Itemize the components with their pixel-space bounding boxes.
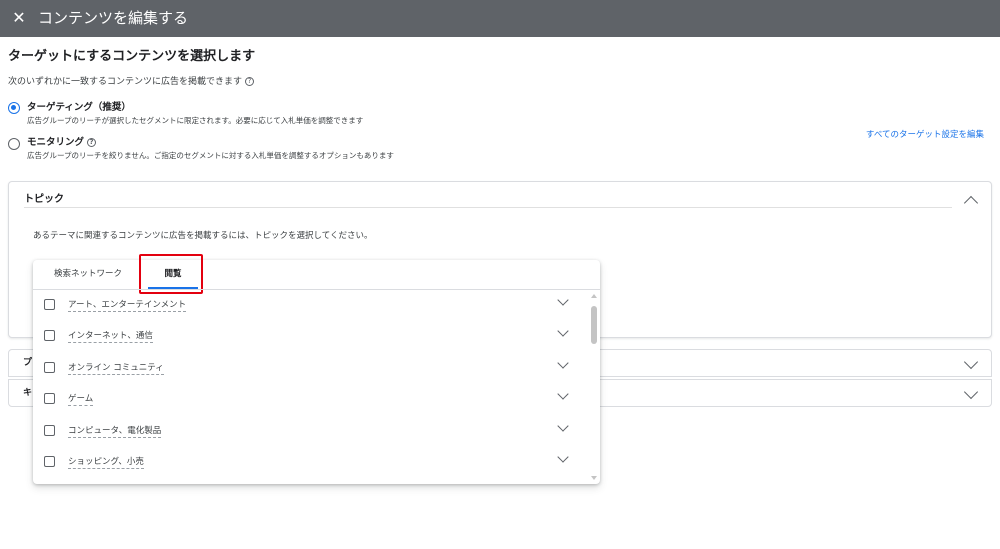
- list-item[interactable]: アート、エンターテインメント: [33, 290, 588, 321]
- edit-all-targeting-link[interactable]: すべてのターゲット設定を編集: [866, 129, 984, 141]
- help-circle-icon[interactable]: ?: [87, 138, 97, 147]
- scroll-down-arrow-icon[interactable]: [591, 476, 597, 480]
- monitoring-option-description: 広告グループのリーチを絞りません。ご指定のセグメントに対する入札単価を調整するオ…: [27, 151, 394, 160]
- collapsed-section-label: プ: [23, 358, 33, 368]
- list-item[interactable]: インターネット、通信: [33, 321, 588, 352]
- topic-label: コンピュータ、電化製品: [68, 426, 162, 438]
- top-bar: ✕ コンテンツを編集する: [0, 0, 1000, 37]
- topic-picker-panel: 検索ネットワーク 閲覧 アート、エンターテインメント インターネット、通信 オン…: [33, 254, 600, 484]
- chevron-down-icon[interactable]: [963, 384, 979, 400]
- subheading-text: 次のいずれかに一致するコンテンツに広告を掲載できます: [8, 77, 243, 87]
- scrollbar[interactable]: [589, 290, 599, 484]
- topic-label: オンライン コミュニティ: [68, 363, 164, 375]
- topic-label: アート、エンターテインメント: [68, 300, 187, 312]
- checkbox[interactable]: [44, 393, 55, 404]
- targeting-radio[interactable]: [8, 102, 20, 114]
- checkbox[interactable]: [44, 456, 55, 467]
- topic-list: アート、エンターテインメント インターネット、通信 オンライン コミュニティ ゲ…: [33, 290, 600, 484]
- page-title: コンテンツを編集する: [38, 9, 189, 27]
- topic-card-title: トピック: [24, 194, 64, 205]
- targeting-option-title: ターゲティング（推奨）: [27, 102, 131, 113]
- scrollbar-thumb[interactable]: [591, 306, 597, 344]
- annotation-highlight-box: [139, 254, 203, 294]
- list-item[interactable]: ショッピング、小売: [33, 447, 588, 478]
- monitoring-option-label: モニタリング: [27, 137, 85, 148]
- monitoring-radio[interactable]: [8, 138, 20, 150]
- chevron-down-icon[interactable]: [557, 294, 569, 306]
- section-subheading: 次のいずれかに一致するコンテンツに広告を掲載できます?: [8, 76, 255, 88]
- topic-label: インターネット、通信: [68, 331, 153, 343]
- topic-label: ゲーム: [68, 394, 94, 406]
- list-item[interactable]: コンピュータ、電化製品: [33, 416, 588, 447]
- chevron-down-icon[interactable]: [557, 420, 569, 432]
- topic-instruction: あるテーマに関連するコンテンツに広告を掲載するには、トピックを選択してください。: [33, 231, 373, 241]
- targeting-option-description: 広告グループのリーチが選択したセグメントに限定されます。必要に応じて入札単価を調…: [27, 116, 364, 125]
- scroll-up-arrow-icon[interactable]: [591, 294, 597, 298]
- collapsed-section-label: キ: [23, 388, 33, 398]
- checkbox[interactable]: [44, 299, 55, 310]
- chevron-down-icon[interactable]: [963, 354, 979, 370]
- checkbox[interactable]: [44, 362, 55, 373]
- list-item[interactable]: ゲーム: [33, 384, 588, 415]
- chevron-down-icon[interactable]: [557, 388, 569, 400]
- close-icon[interactable]: ✕: [10, 7, 28, 29]
- chevron-down-icon[interactable]: [557, 451, 569, 463]
- chevron-down-icon[interactable]: [557, 357, 569, 369]
- chevron-up-icon[interactable]: [963, 195, 979, 211]
- checkbox[interactable]: [44, 330, 55, 341]
- divider: [24, 207, 952, 208]
- list-item[interactable]: オンライン コミュニティ: [33, 353, 588, 384]
- monitoring-option-title: モニタリング?: [27, 137, 97, 149]
- tab-search-network[interactable]: 検索ネットワーク: [41, 260, 135, 289]
- section-heading: ターゲットにするコンテンツを選択します: [8, 49, 256, 64]
- chevron-down-icon[interactable]: [557, 325, 569, 337]
- checkbox[interactable]: [44, 425, 55, 436]
- help-circle-icon[interactable]: ?: [245, 77, 255, 86]
- topic-label: ショッピング、小売: [68, 457, 144, 469]
